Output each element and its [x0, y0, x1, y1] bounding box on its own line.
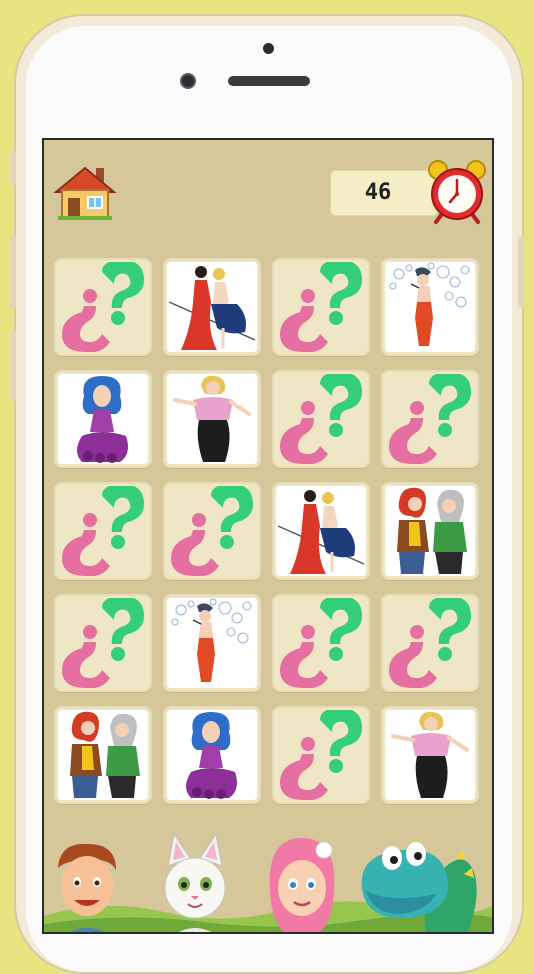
timer-panel: 46 — [330, 170, 438, 216]
two-women-dancing-image — [276, 486, 366, 576]
home-button[interactable] — [52, 162, 118, 222]
memory-card-hidden[interactable] — [272, 594, 370, 692]
blonde-woman-pink-top-image — [167, 374, 257, 464]
memory-card-revealed[interactable] — [381, 258, 479, 356]
proximity-sensor — [263, 43, 274, 54]
question-mark-icon — [276, 598, 366, 688]
memory-card-hidden[interactable] — [54, 482, 152, 580]
question-mark-icon — [276, 374, 366, 464]
blonde-woman-pink-top-image — [385, 710, 475, 800]
memory-card-revealed[interactable] — [381, 706, 479, 804]
question-mark-icon — [58, 598, 148, 688]
timer-value: 46 — [364, 180, 392, 205]
woman-blue-hair-purple-dress-image — [58, 374, 148, 464]
character-strip — [44, 820, 492, 932]
woman-blowing-bubbles-image — [167, 598, 257, 688]
memory-card-revealed[interactable] — [163, 370, 261, 468]
memory-card-revealed[interactable] — [163, 258, 261, 356]
two-women-dancing-image — [167, 262, 257, 352]
power-button — [518, 236, 524, 308]
woman-blowing-bubbles-image — [385, 262, 475, 352]
volume-up-button — [10, 236, 16, 308]
memory-card-revealed[interactable] — [54, 706, 152, 804]
question-mark-icon — [58, 262, 148, 352]
memory-card-hidden[interactable] — [381, 594, 479, 692]
question-mark-icon — [385, 598, 475, 688]
alarm-clock-icon — [424, 154, 490, 226]
memory-card-revealed[interactable] — [54, 370, 152, 468]
white-cat-character — [164, 832, 226, 932]
memory-card-hidden[interactable] — [54, 258, 152, 356]
two-friends-redhead-grey-hair-image — [385, 486, 475, 576]
memory-card-hidden[interactable] — [272, 706, 370, 804]
memory-card-revealed[interactable] — [272, 482, 370, 580]
mute-switch — [10, 150, 16, 186]
question-mark-icon — [276, 262, 366, 352]
question-mark-icon — [276, 710, 366, 800]
earpiece-speaker — [228, 76, 310, 86]
question-mark-icon — [385, 374, 475, 464]
front-camera — [180, 73, 196, 89]
two-friends-redhead-grey-hair-image — [58, 710, 148, 800]
boy-character — [58, 843, 116, 932]
pink-haired-girl-character — [269, 838, 335, 932]
memory-card-hidden[interactable] — [54, 594, 152, 692]
memory-card-revealed[interactable] — [163, 594, 261, 692]
memory-card-revealed[interactable] — [381, 482, 479, 580]
question-mark-icon — [167, 486, 257, 576]
green-dragon-character — [361, 842, 477, 932]
house-icon — [53, 166, 117, 220]
memory-card-hidden[interactable] — [272, 370, 370, 468]
memory-card-hidden[interactable] — [163, 482, 261, 580]
woman-blue-hair-purple-dress-image — [167, 710, 257, 800]
memory-card-hidden[interactable] — [381, 370, 479, 468]
memory-card-hidden[interactable] — [272, 258, 370, 356]
game-screen: 46 — [42, 138, 494, 934]
question-mark-icon — [58, 486, 148, 576]
memory-card-revealed[interactable] — [163, 706, 261, 804]
volume-down-button — [10, 330, 16, 402]
